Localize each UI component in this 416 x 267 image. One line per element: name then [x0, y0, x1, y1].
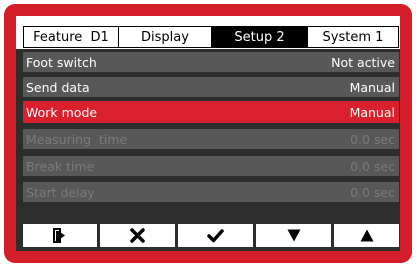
confirm-button[interactable] — [178, 224, 253, 247]
setting-label: Break time — [26, 158, 95, 174]
setting-value: Manual — [349, 104, 395, 120]
setting-label: Measuring time — [26, 131, 128, 147]
arrow-up-button[interactable] — [334, 224, 399, 247]
arrow-down-icon — [287, 229, 301, 242]
setting-row-break-time: Break time 0.0 sec — [23, 156, 399, 176]
setting-label: Send data — [26, 79, 90, 95]
cancel-icon — [130, 228, 145, 243]
tab-setup-2[interactable]: Setup 2 — [211, 26, 308, 48]
setting-value: 0.0 sec — [350, 184, 395, 200]
tab-display[interactable]: Display — [118, 26, 212, 48]
display-screen: Feature D1 Display Setup 2 System 1 Foot… — [16, 16, 400, 251]
setting-label: Foot switch — [26, 54, 97, 70]
setting-row-foot-switch[interactable]: Foot switch Not active — [23, 52, 399, 72]
setting-value: 0.0 sec — [350, 158, 395, 174]
arrow-up-icon — [360, 229, 374, 242]
tab-system-1[interactable]: System 1 — [307, 26, 399, 48]
setting-row-send-data[interactable]: Send data Manual — [23, 77, 399, 97]
setting-value: Not active — [331, 54, 395, 70]
setting-value: 0.0 sec — [350, 131, 395, 147]
setting-row-start-delay: Start delay 0.0 sec — [23, 182, 399, 202]
device-frame: Feature D1 Display Setup 2 System 1 Foot… — [4, 4, 412, 263]
cancel-button[interactable] — [100, 224, 175, 247]
softkey-bar — [16, 218, 400, 251]
arrow-down-button[interactable] — [256, 224, 331, 247]
setting-label: Work mode — [26, 104, 98, 120]
setting-label: Start delay — [26, 184, 95, 200]
exit-button[interactable] — [23, 224, 97, 247]
tab-bar: Feature D1 Display Setup 2 System 1 — [16, 16, 400, 49]
tab-feature-d1[interactable]: Feature D1 — [23, 26, 119, 48]
exit-icon — [53, 228, 67, 243]
confirm-icon — [207, 228, 224, 243]
setting-row-measuring-time: Measuring time 0.0 sec — [23, 129, 399, 149]
settings-list: Foot switch Not active Send data Manual … — [16, 49, 400, 218]
setting-value: Manual — [349, 79, 395, 95]
setting-row-work-mode[interactable]: Work mode Manual — [23, 101, 399, 123]
